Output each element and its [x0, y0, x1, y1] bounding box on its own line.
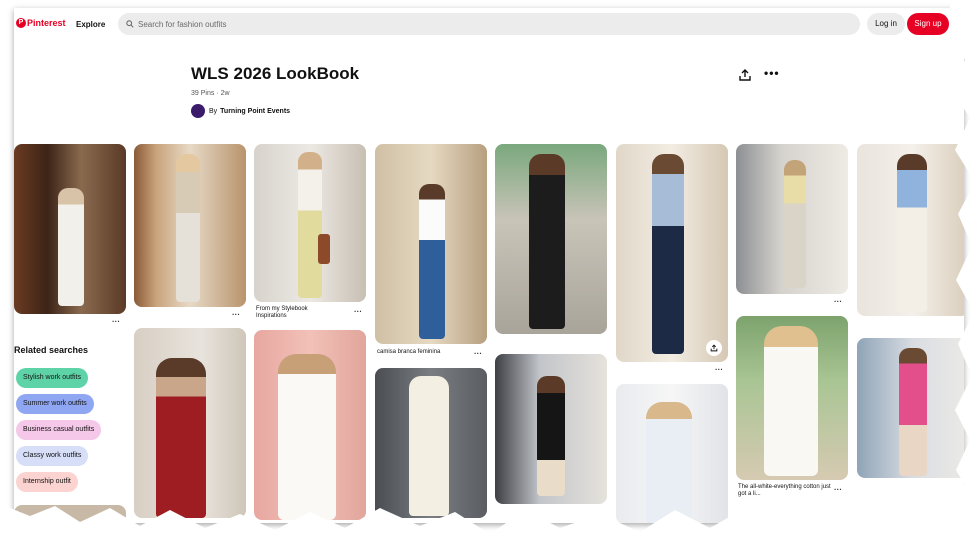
- torn-edge-overlay: [0, 0, 978, 554]
